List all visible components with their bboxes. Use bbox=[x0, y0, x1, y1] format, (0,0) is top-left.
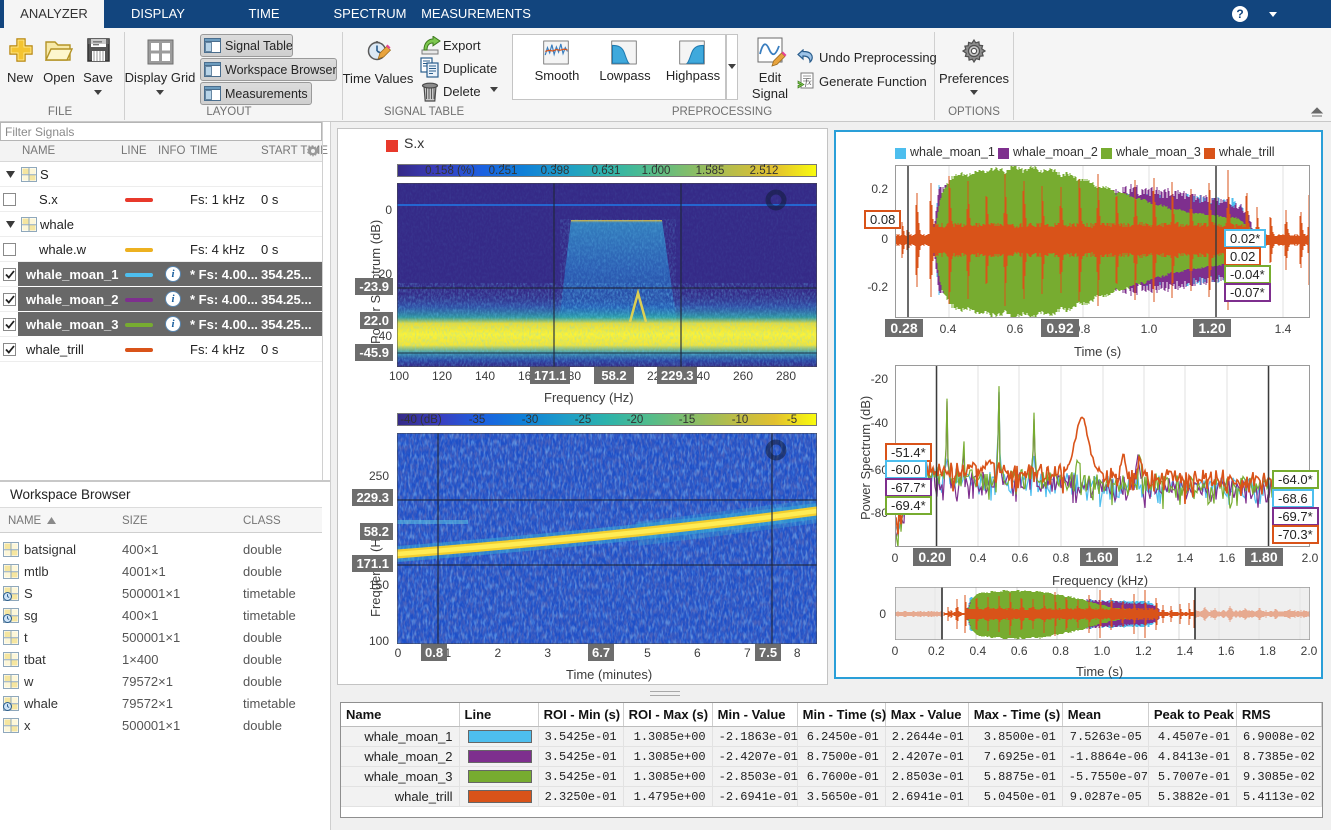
svg-text:fx: fx bbox=[805, 77, 812, 87]
